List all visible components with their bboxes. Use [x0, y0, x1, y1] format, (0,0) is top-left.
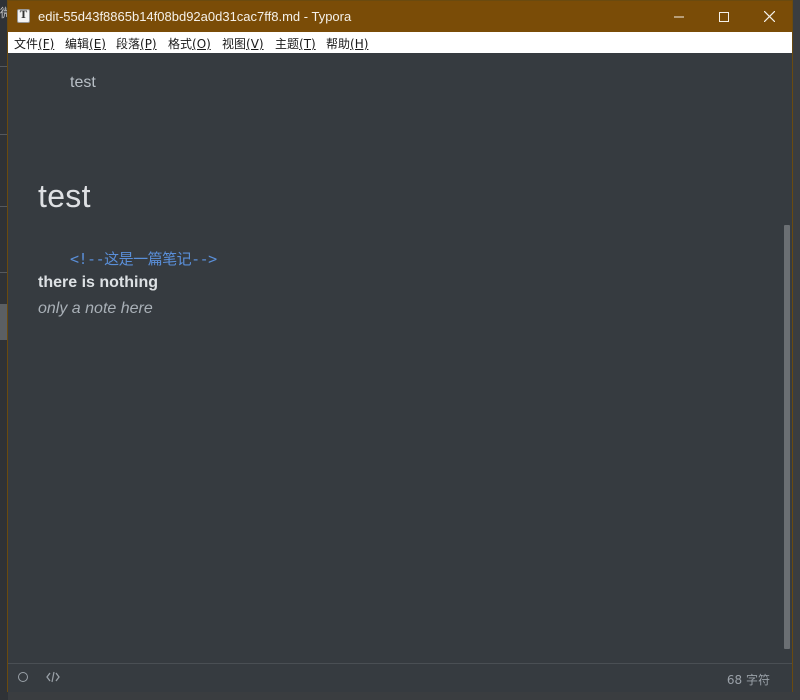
menu-file-label: 文件 [14, 37, 39, 51]
status-bar: 68 字符 [8, 663, 792, 692]
word-count[interactable]: 68 字符 [727, 671, 770, 688]
html-comment[interactable]: <!--这是一篇笔记--> [70, 248, 217, 269]
minimize-button[interactable] [656, 1, 702, 32]
menu-file[interactable]: 文件(F) [14, 35, 54, 52]
menu-view-label: 视图 [222, 37, 247, 51]
menu-format-label: 格式 [168, 37, 193, 51]
menu-paragraph-accel: (P) [140, 37, 157, 51]
menu-bar: 文件(F) 编辑(E) 段落(P) 格式(O) 视图(V) 主题(T) 帮助(H… [8, 32, 792, 53]
menu-view-accel: (V) [246, 37, 264, 51]
bold-paragraph[interactable]: there is nothing [38, 274, 158, 292]
document-heading[interactable]: test [38, 178, 91, 215]
menu-paragraph[interactable]: 段落(P) [116, 35, 157, 52]
menu-help-label: 帮助 [326, 37, 351, 51]
menu-edit-accel: (E) [89, 37, 106, 51]
indented-text[interactable]: test [70, 74, 96, 92]
scrollbar-thumb[interactable] [784, 225, 790, 649]
menu-theme-label: 主题 [275, 37, 300, 51]
minimize-icon [674, 16, 684, 17]
maximize-icon [719, 11, 729, 22]
window-title: edit-55d43f8865b14f08bd92a0d31cac7ff8.md… [38, 9, 352, 24]
editor-area[interactable]: test test <!--这是一篇笔记--> there is nothing… [8, 53, 782, 663]
menu-theme[interactable]: 主题(T) [275, 35, 316, 52]
menu-help-accel: (H) [350, 37, 369, 51]
menu-file-accel: (F) [38, 37, 55, 51]
close-button[interactable] [746, 1, 792, 32]
maximize-button[interactable] [701, 1, 747, 32]
source-code-icon[interactable] [46, 671, 60, 686]
close-icon [763, 11, 775, 22]
menu-help[interactable]: 帮助(H) [326, 35, 368, 52]
typora-app-icon[interactable]: T [17, 9, 30, 23]
menu-paragraph-label: 段落 [116, 37, 141, 51]
menu-theme-accel: (T) [299, 37, 316, 51]
menu-view[interactable]: 视图(V) [222, 35, 264, 52]
typora-window: T edit-55d43f8865b14f08bd92a0d31cac7ff8.… [7, 0, 793, 692]
menu-edit[interactable]: 编辑(E) [65, 35, 106, 52]
menu-format[interactable]: 格式(O) [168, 35, 211, 52]
menu-format-accel: (O) [192, 37, 211, 51]
title-bar[interactable]: T edit-55d43f8865b14f08bd92a0d31cac7ff8.… [8, 1, 792, 32]
outline-toggle-icon[interactable] [18, 672, 28, 682]
italic-paragraph[interactable]: only a note here [38, 300, 153, 318]
menu-edit-label: 编辑 [65, 37, 90, 51]
